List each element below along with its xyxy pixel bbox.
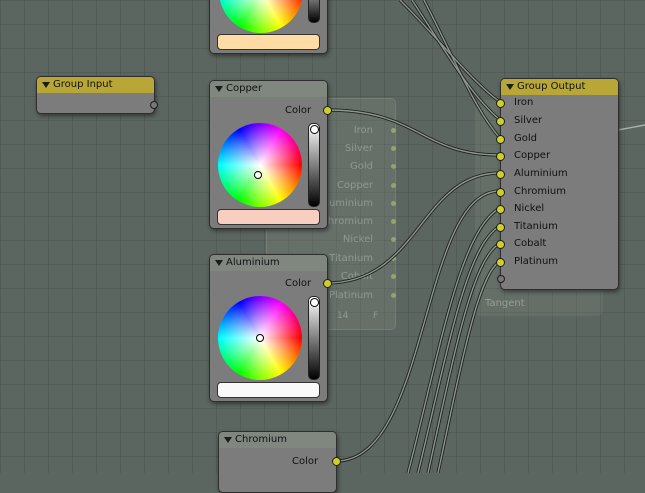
input-label-iron: Iron (514, 97, 534, 108)
input-socket-icon[interactable] (496, 170, 505, 179)
color-wheel[interactable] (218, 123, 302, 207)
collapse-triangle-icon[interactable] (215, 86, 223, 92)
input-socket-icon[interactable] (496, 205, 505, 214)
input-label-nickel: Nickel (514, 203, 545, 214)
aluminium-node[interactable]: Aluminium Color (209, 254, 332, 402)
slider-knob-icon[interactable] (310, 298, 319, 307)
chromium-node[interactable]: Chromium Color (218, 431, 341, 493)
node-title: Group Output (517, 81, 586, 92)
group-output-node[interactable]: Group Output Iron Silver Gold Copper Alu… (496, 78, 619, 290)
collapse-triangle-icon[interactable] (506, 84, 514, 90)
node-header[interactable]: Chromium (219, 432, 336, 448)
wheel-cursor-icon[interactable] (256, 334, 264, 342)
node-header[interactable]: Aluminium (210, 255, 327, 271)
node-title: Chromium (235, 434, 287, 445)
output-label: Color (292, 456, 319, 467)
input-socket-icon[interactable] (496, 135, 505, 144)
input-label-silver: Silver (514, 115, 543, 126)
top-partial-node[interactable] (209, 0, 328, 54)
value-slider[interactable] (308, 296, 320, 380)
node-title: Group Input (53, 79, 113, 90)
slider-knob-icon[interactable] (310, 125, 319, 134)
color-wheel[interactable] (218, 296, 302, 380)
value-slider[interactable] (308, 123, 320, 207)
group-input-node[interactable]: Group Input (36, 76, 158, 114)
node-header[interactable]: Group Output (501, 79, 618, 95)
input-socket-icon[interactable] (496, 117, 505, 126)
color-swatch[interactable] (217, 34, 320, 50)
wheel-cursor-icon[interactable] (254, 171, 262, 179)
output-label: Color (285, 278, 312, 289)
input-socket-icon[interactable] (496, 152, 505, 161)
link-group (326, 0, 502, 473)
input-label-platinum: Platinum (514, 256, 559, 267)
node-title: Aluminium (226, 257, 280, 268)
input-label-copper: Copper (514, 150, 551, 161)
output-socket-icon[interactable] (323, 106, 332, 115)
output-socket-icon[interactable] (323, 279, 332, 288)
input-label-aluminium: Aluminium (514, 168, 568, 179)
input-label-chromium: Chromium (514, 186, 566, 197)
color-swatch[interactable] (217, 382, 320, 398)
copper-node[interactable]: Copper Color (209, 80, 332, 229)
input-label-gold: Gold (514, 133, 537, 144)
empty-socket-icon[interactable] (497, 275, 505, 283)
input-socket-icon[interactable] (496, 240, 505, 249)
output-socket-icon[interactable] (332, 457, 341, 466)
input-label-titanium: Titanium (514, 221, 558, 232)
input-socket-icon[interactable] (496, 99, 505, 108)
node-header[interactable]: Group Input (37, 77, 154, 93)
color-wheel[interactable] (219, 0, 303, 33)
output-label: Color (285, 105, 312, 116)
input-socket-icon[interactable] (496, 188, 505, 197)
collapse-triangle-icon[interactable] (224, 437, 232, 443)
input-label-cobalt: Cobalt (514, 238, 547, 249)
input-socket-icon[interactable] (496, 223, 505, 232)
node-title: Copper (226, 83, 263, 94)
color-swatch[interactable] (217, 209, 320, 225)
value-slider[interactable] (308, 0, 320, 23)
input-socket-icon[interactable] (496, 258, 505, 267)
empty-socket-icon[interactable] (150, 101, 158, 109)
collapse-triangle-icon[interactable] (215, 260, 223, 266)
collapse-triangle-icon[interactable] (42, 82, 50, 88)
node-header[interactable]: Copper (210, 81, 327, 97)
